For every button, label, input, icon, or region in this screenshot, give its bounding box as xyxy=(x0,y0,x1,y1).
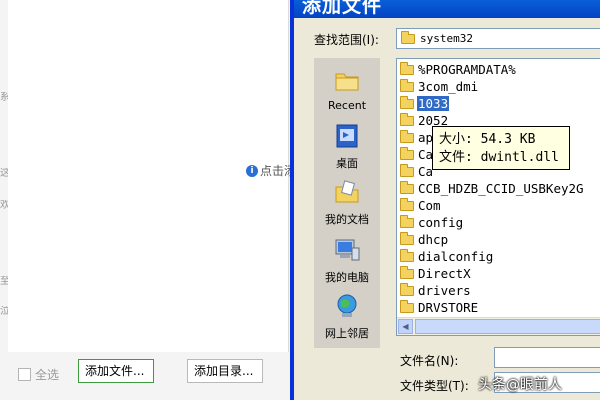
edge-text: 这 xyxy=(0,168,8,179)
tooltip-file: 文件: dwintl.dll xyxy=(439,150,559,165)
add-directory-button[interactable]: 添加目录... xyxy=(187,359,263,383)
my-computer-icon xyxy=(335,239,360,261)
scrollbar-thumb[interactable] xyxy=(415,319,600,334)
folder-icon xyxy=(400,231,414,245)
folder-icon xyxy=(400,265,414,279)
place-label: 网上邻居 xyxy=(325,327,369,340)
folder-icon xyxy=(400,248,414,262)
file-row[interactable]: Com xyxy=(400,197,442,214)
folder-icon xyxy=(400,129,414,143)
folder-icon xyxy=(401,30,415,44)
file-row[interactable]: DirectX xyxy=(400,265,472,282)
folder-icon xyxy=(400,112,414,126)
edge-text: 系 xyxy=(0,92,8,103)
look-in-label: 查找范围(I): xyxy=(314,33,379,47)
file-row[interactable]: Ca xyxy=(400,163,434,180)
place-label: Recent xyxy=(327,99,367,112)
file-name-label: 文件名(N): xyxy=(400,354,459,368)
folder-icon xyxy=(400,197,414,211)
place-network[interactable]: 网上邻居 xyxy=(314,292,380,341)
drop-hint-text: 点击添 xyxy=(260,164,290,178)
dialog-titlebar[interactable]: 添加文件 xyxy=(294,0,600,18)
folder-icon xyxy=(400,214,414,228)
drop-hint: i 点击添 xyxy=(246,162,290,179)
network-places-icon xyxy=(337,294,357,317)
file-row-selected[interactable]: 1033 xyxy=(400,95,450,112)
folder-icon xyxy=(400,95,414,109)
select-all-checkbox[interactable]: 全选 xyxy=(18,366,59,383)
file-row[interactable]: dhcp xyxy=(400,231,449,248)
folder-icon xyxy=(400,299,414,313)
file-row[interactable]: ap xyxy=(400,129,434,146)
place-my-computer[interactable]: 我的电脑 xyxy=(314,236,380,285)
look-in-value: system32 xyxy=(420,32,473,45)
place-label: 我的电脑 xyxy=(325,271,369,284)
dialog-title: 添加文件 xyxy=(302,0,383,17)
my-documents-icon xyxy=(335,180,359,203)
checkbox-box[interactable] xyxy=(18,368,31,381)
file-row[interactable]: CCB_HDZB_CCID_USBKey2G xyxy=(400,180,585,197)
info-icon: i xyxy=(246,164,258,177)
place-desktop[interactable]: 桌面 xyxy=(314,122,380,171)
file-row[interactable]: Ca xyxy=(400,146,434,163)
horizontal-scrollbar[interactable]: ◀ xyxy=(397,317,600,335)
file-row[interactable]: dialconfig xyxy=(400,248,494,265)
edge-text: 至 xyxy=(0,276,8,287)
file-row[interactable]: drivers xyxy=(400,282,472,299)
edge-text: 欢 xyxy=(0,200,8,211)
file-info-tooltip: 大小: 54.3 KB 文件: dwintl.dll xyxy=(432,126,570,170)
place-label: 桌面 xyxy=(336,157,358,170)
look-in-dropdown[interactable]: system32 xyxy=(396,28,600,49)
background-app: 系 这 欢 至 泣 i 点击添 全选 添加文件... 添加目录... xyxy=(0,0,290,400)
place-recent[interactable]: Recent xyxy=(314,66,380,112)
file-list[interactable]: %PROGRAMDATA% 3com_dmi 1033 2052 ap Ca C… xyxy=(396,58,600,336)
place-label: 我的文档 xyxy=(325,213,369,226)
add-file-button[interactable]: 添加文件... xyxy=(78,359,154,383)
file-name-input[interactable] xyxy=(494,347,600,368)
folder-icon xyxy=(400,163,414,177)
tooltip-size: 大小: 54.3 KB xyxy=(439,132,536,147)
scroll-left-icon[interactable]: ◀ xyxy=(398,319,413,334)
folder-icon xyxy=(400,61,414,75)
folder-icon xyxy=(400,282,414,296)
watermark: 头条@眼前人 xyxy=(478,377,562,393)
place-my-documents[interactable]: 我的文档 xyxy=(314,178,380,227)
file-row[interactable]: %PROGRAMDATA% xyxy=(400,61,517,78)
places-bar: Recent 桌面 我的文档 我的电脑 网上邻居 xyxy=(314,58,380,348)
add-file-dialog: 添加文件 查找范围(I): system32 Recent 桌面 我的文档 我的… xyxy=(290,0,600,400)
file-type-label: 文件类型(T): xyxy=(400,379,469,393)
recent-folder-icon xyxy=(335,73,359,91)
file-row[interactable]: config xyxy=(400,214,464,231)
desktop-icon xyxy=(336,124,358,148)
file-row[interactable]: DRVSTORE xyxy=(400,299,479,316)
file-row[interactable]: 3com_dmi xyxy=(400,78,479,95)
folder-icon xyxy=(400,146,414,160)
folder-icon xyxy=(400,78,414,92)
folder-icon xyxy=(400,180,414,194)
edge-text: 泣 xyxy=(0,306,8,317)
select-all-label: 全选 xyxy=(35,368,60,382)
